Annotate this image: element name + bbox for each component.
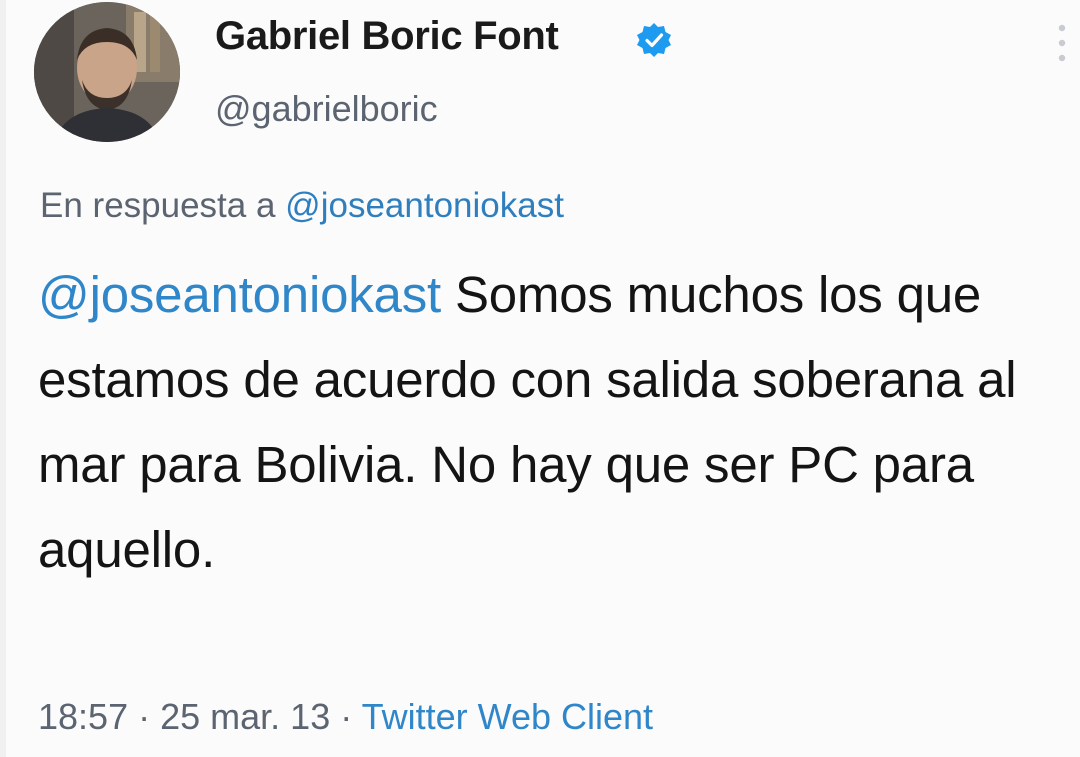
tweet-meta: 18:57 · 25 mar. 13 · Twitter Web Client bbox=[38, 696, 653, 738]
tweet-card: Gabriel Boric Font @gabrielboric En resp… bbox=[0, 0, 1080, 757]
avatar-photo bbox=[34, 2, 180, 142]
tweet-date[interactable]: 25 mar. 13 bbox=[160, 696, 330, 737]
reply-context: En respuesta a @joseantoniokast bbox=[40, 186, 564, 226]
verified-badge-icon bbox=[637, 23, 671, 57]
tweet-source-link[interactable]: Twitter Web Client bbox=[362, 696, 653, 737]
tweet-body: @joseantoniokast Somos muchos los que es… bbox=[38, 252, 1073, 592]
display-name[interactable]: Gabriel Boric Font bbox=[215, 14, 559, 59]
reply-mention-link[interactable]: @joseantoniokast bbox=[285, 186, 564, 225]
avatar[interactable] bbox=[34, 2, 180, 142]
tweet-time[interactable]: 18:57 bbox=[38, 696, 128, 737]
reply-prefix: En respuesta a bbox=[40, 186, 276, 225]
tweet-mention-link[interactable]: @joseantoniokast bbox=[38, 266, 441, 323]
user-handle[interactable]: @gabrielboric bbox=[215, 88, 438, 130]
meta-separator: · bbox=[340, 696, 353, 737]
card-edge bbox=[0, 0, 6, 757]
vertical-more-icon[interactable] bbox=[1055, 22, 1069, 64]
meta-separator: · bbox=[138, 696, 151, 737]
